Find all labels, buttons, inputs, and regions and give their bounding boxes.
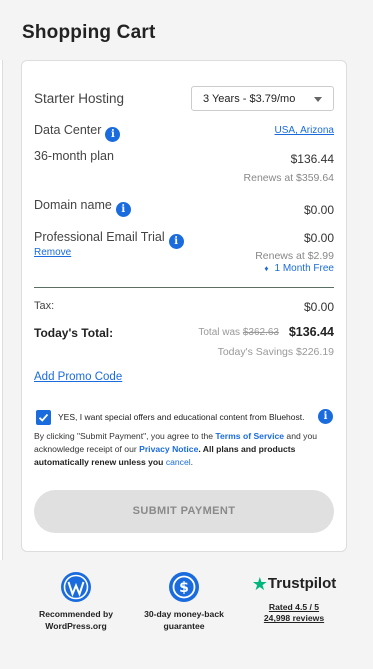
plan-name: Starter Hosting: [34, 91, 125, 106]
optin-text: YES, I want special offers and education…: [58, 412, 305, 422]
savings: Today's Savings $226.19: [217, 346, 334, 358]
domain-label-text: Domain name: [34, 198, 112, 212]
free-trial-text: 1 Month Free: [274, 263, 334, 274]
info-icon[interactable]: i: [105, 127, 121, 142]
optin-checkbox[interactable]: [36, 410, 51, 425]
chevron-down-icon: [314, 97, 322, 102]
domain-label: Domain name i: [34, 198, 131, 217]
data-center-label: Data Center i: [34, 123, 121, 142]
tag-icon: ♦: [264, 264, 269, 273]
term-select-value: 3 Years - $3.79/mo: [203, 93, 296, 105]
legal-part1: By clicking "Submit Payment", you agree …: [34, 431, 216, 441]
wordpress-icon: [61, 572, 91, 602]
email-label-text: Professional Email Trial: [34, 230, 165, 244]
plan-term: 36-month plan: [34, 149, 114, 163]
trustpilot-badge[interactable]: ★Trustpilot Rated 4.5 / 5 24,998 reviews: [245, 572, 343, 625]
info-icon[interactable]: i: [318, 409, 333, 424]
total-was-value: $362.63: [242, 327, 279, 338]
money-back-line2: guarantee: [163, 620, 205, 631]
previous-panel-edge: [0, 60, 3, 560]
free-trial-note: ♦ 1 Month Free: [264, 263, 334, 274]
tax-label: Tax:: [34, 300, 55, 312]
wordpress-line1: Recommended by: [38, 609, 114, 619]
remove-email-link[interactable]: Remove: [34, 247, 71, 258]
cancel-link[interactable]: cancel: [166, 457, 191, 467]
tax-value: $0.00: [303, 300, 334, 314]
svg-text:$: $: [179, 580, 189, 596]
money-back-icon: $: [169, 572, 199, 602]
trustpilot-reviews[interactable]: 24,998 reviews: [245, 613, 343, 625]
money-back-badge: $ 30-day money-back guarantee: [138, 572, 230, 632]
add-promo-code-link[interactable]: Add Promo Code: [34, 371, 122, 383]
wordpress-badge: Recommended by WordPress.org: [30, 572, 122, 632]
checkmark-icon: [38, 413, 49, 422]
page-title: Shopping Cart: [22, 22, 156, 43]
total-value: $136.44: [288, 325, 334, 339]
trustpilot-rating[interactable]: Rated 4.5 / 5: [245, 602, 343, 614]
star-icon: ★: [251, 574, 268, 594]
total-was-prefix: Total was: [198, 327, 241, 338]
wordpress-line2: WordPress.org: [45, 620, 107, 631]
plan-price: $136.44: [290, 152, 334, 166]
data-center-link[interactable]: USA, Arizona: [275, 125, 334, 136]
legal-text: By clicking "Submit Payment", you agree …: [34, 430, 334, 469]
plan-renews: Renews at $359.64: [243, 172, 334, 184]
info-icon[interactable]: i: [168, 234, 184, 249]
cart-card: Starter Hosting 3 Years - $3.79/mo Data …: [21, 60, 347, 552]
total-label: Today's Total:: [34, 326, 114, 340]
legal-part4: .: [190, 457, 194, 467]
email-renews: Renews at $2.99: [255, 250, 334, 262]
total-was: Total was $362.63: [198, 327, 279, 338]
privacy-notice-link[interactable]: Privacy Notice: [139, 444, 198, 454]
domain-price: $0.00: [303, 203, 334, 217]
trustpilot-brand: ★Trustpilot: [245, 575, 343, 593]
terms-of-service-link[interactable]: Terms of Service: [215, 431, 284, 441]
info-icon[interactable]: i: [115, 202, 131, 217]
divider: [34, 287, 334, 288]
trustpilot-brand-text: Trustpilot: [267, 575, 337, 592]
term-select[interactable]: 3 Years - $3.79/mo: [191, 86, 334, 111]
submit-payment-button[interactable]: SUBMIT PAYMENT: [34, 490, 334, 533]
money-back-line1: 30-day money-back: [144, 609, 224, 619]
data-center-label-text: Data Center: [34, 123, 102, 137]
email-price: $0.00: [303, 231, 334, 245]
